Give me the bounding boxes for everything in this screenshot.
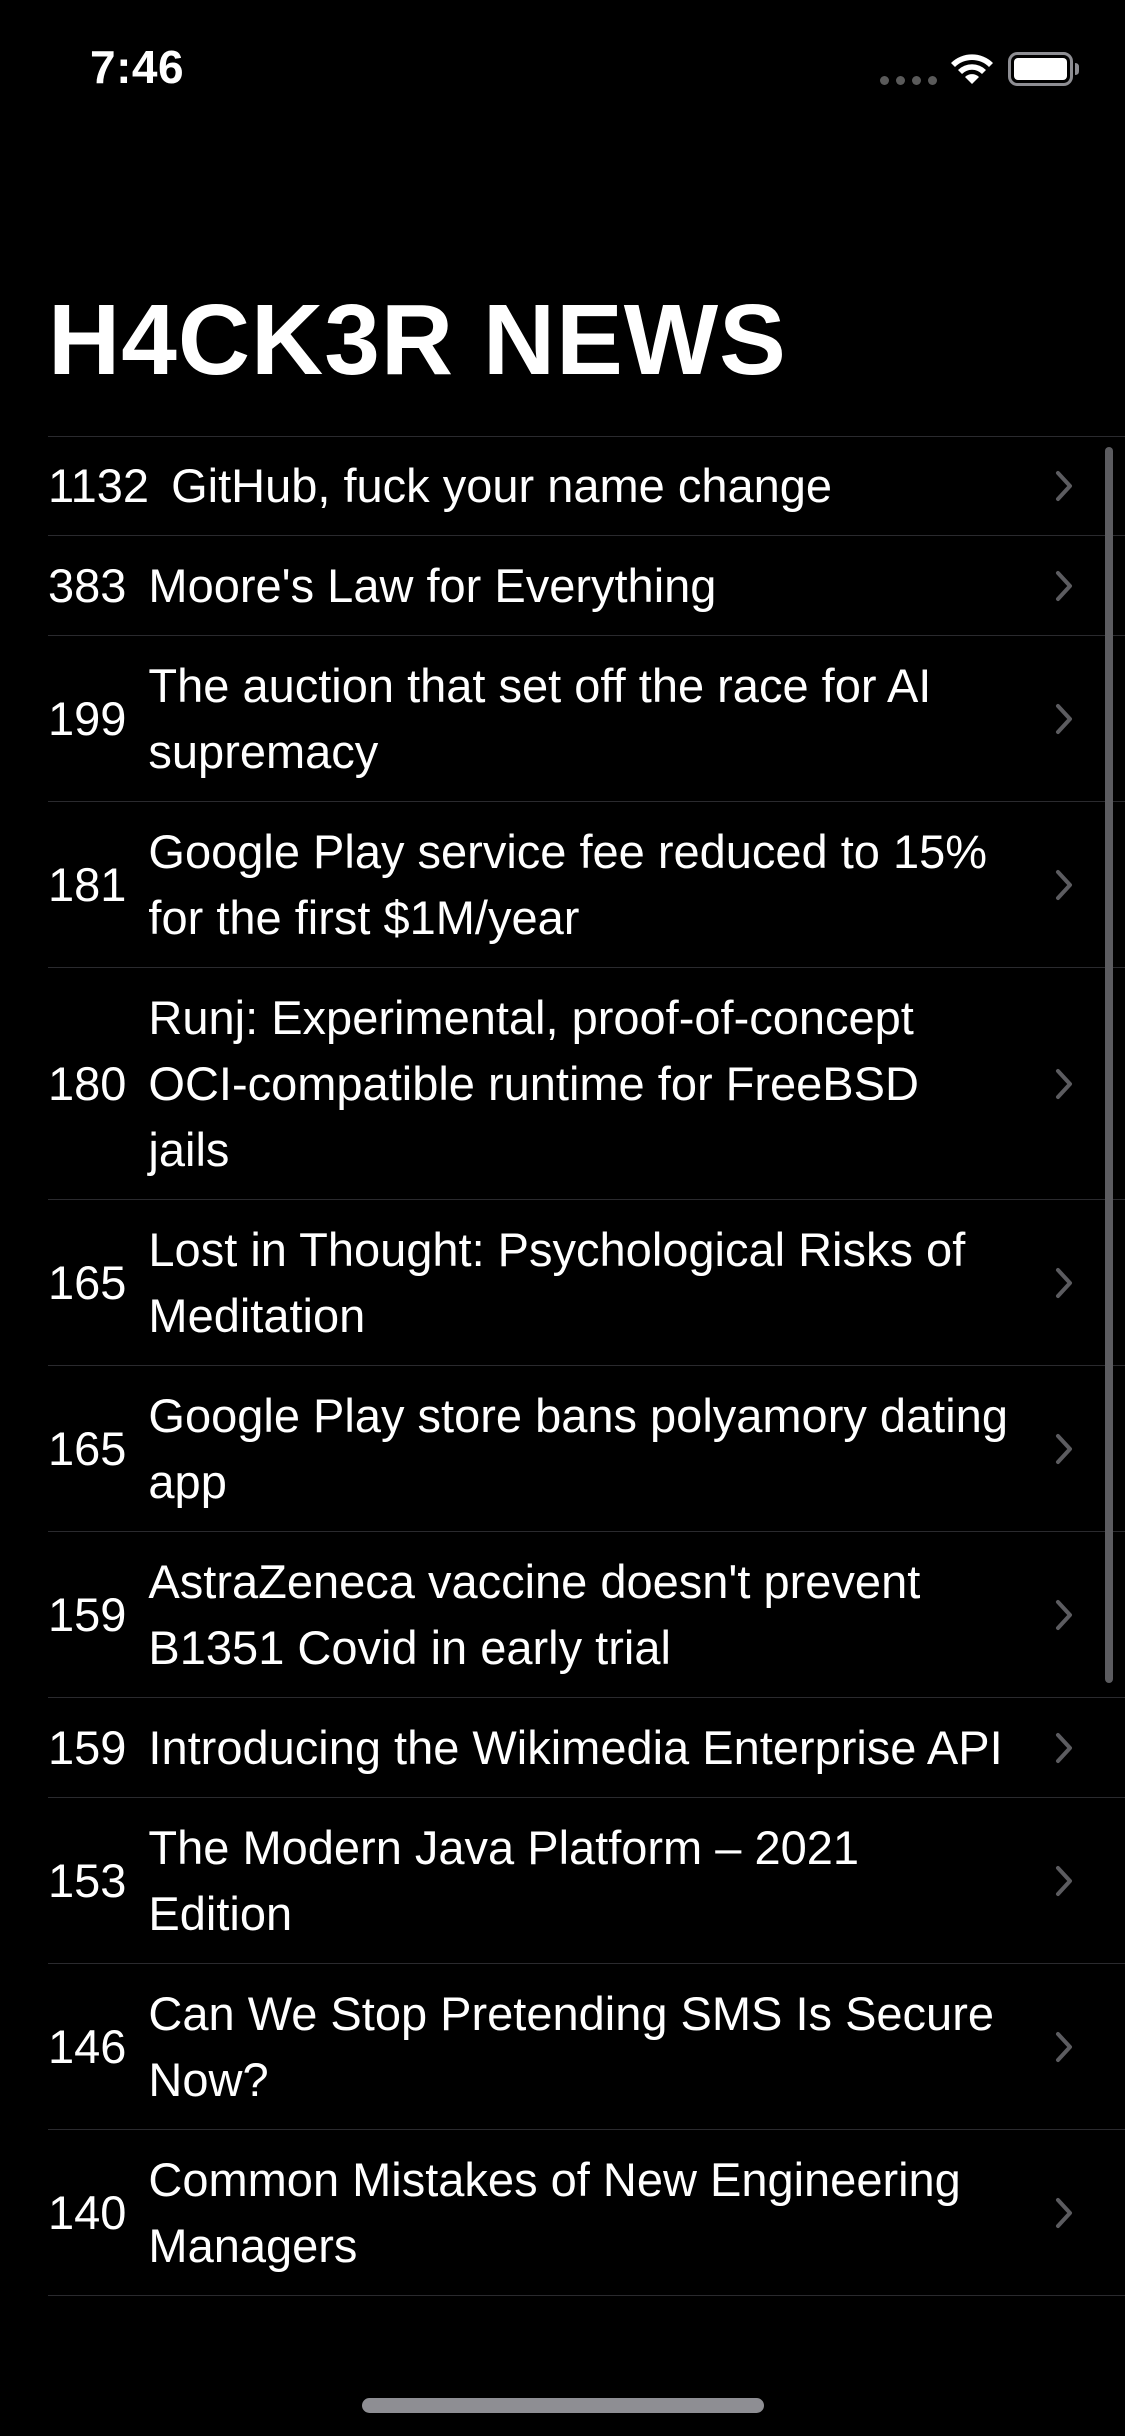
status-bar: 7:46 xyxy=(0,0,1125,140)
chevron-right-icon xyxy=(1055,1732,1073,1764)
story-content: 140 Common Mistakes of New Engineering Ma… xyxy=(48,2130,1008,2296)
story-points: 1132 xyxy=(48,459,150,512)
story-row[interactable]: 165 Google Play store bans polyamory dati… xyxy=(0,1366,1125,1532)
story-title: The Modern Java Platform – 2021 Edition xyxy=(148,1821,860,1940)
battery-icon xyxy=(1008,52,1080,86)
story-content: 165 Lost in Thought: Psychological Risks … xyxy=(48,1200,1008,1366)
story-row[interactable]: 1132 GitHub, fuck your name change xyxy=(0,436,1125,536)
story-row[interactable]: 180 Runj: Experimental, proof-of-concept … xyxy=(0,968,1125,1200)
page-title: H4CK3R NEWS xyxy=(48,284,787,396)
story-title: Lost in Thought: Psychological Risks of … xyxy=(148,1223,966,1342)
story-points: 199 xyxy=(48,692,127,745)
story-points: 165 xyxy=(48,1422,127,1475)
chevron-right-icon xyxy=(1055,1433,1073,1465)
story-row[interactable]: 153 The Modern Java Platform – 2021 Editi… xyxy=(0,1798,1125,1964)
story-title: Introducing the Wikimedia Enterprise API xyxy=(148,1721,1003,1774)
story-content: 146 Can We Stop Pretending SMS Is Secure … xyxy=(48,1964,1008,2130)
chevron-right-icon xyxy=(1055,1865,1073,1897)
story-row[interactable]: 199 The auction that set off the race for… xyxy=(0,636,1125,802)
story-points: 153 xyxy=(48,1854,127,1907)
scroll-indicator[interactable] xyxy=(1105,447,1113,1683)
story-points: 159 xyxy=(48,1588,127,1641)
story-title: Moore's Law for Everything xyxy=(148,559,717,612)
story-row[interactable]: 159 AstraZeneca vaccine doesn't prevent B… xyxy=(0,1532,1125,1698)
chevron-right-icon xyxy=(1055,1267,1073,1299)
story-points: 140 xyxy=(48,2186,127,2239)
story-content: 153 The Modern Java Platform – 2021 Editi… xyxy=(48,1798,1008,1964)
story-content: 165 Google Play store bans polyamory dati… xyxy=(48,1366,1008,1532)
chevron-right-icon xyxy=(1055,2031,1073,2063)
story-title: Google Play service fee reduced to 15% f… xyxy=(148,825,988,944)
story-content: 181 Google Play service fee reduced to 15… xyxy=(48,802,1008,968)
story-points: 383 xyxy=(48,559,127,612)
status-time: 7:46 xyxy=(90,41,185,93)
story-title: Common Mistakes of New Engineering Manag… xyxy=(148,2153,961,2272)
story-points: 180 xyxy=(48,1057,127,1110)
chevron-right-icon xyxy=(1055,470,1073,502)
story-points: 181 xyxy=(48,858,127,911)
chevron-right-icon xyxy=(1055,1599,1073,1631)
story-row[interactable]: 383 Moore's Law for Everything xyxy=(0,536,1125,636)
story-title: The auction that set off the race for AI… xyxy=(148,659,932,778)
story-points: 165 xyxy=(48,1256,127,1309)
story-row[interactable]: 140 Common Mistakes of New Engineering Ma… xyxy=(0,2130,1125,2296)
story-content: 159 AstraZeneca vaccine doesn't prevent B… xyxy=(48,1532,1008,1698)
story-row[interactable]: 159 Introducing the Wikimedia Enterprise … xyxy=(0,1698,1125,1798)
wifi-icon xyxy=(948,48,996,88)
cellular-signal-icon xyxy=(880,76,937,85)
chevron-right-icon xyxy=(1055,570,1073,602)
story-content: 159 Introducing the Wikimedia Enterprise … xyxy=(48,1698,1008,1798)
chevron-right-icon xyxy=(1055,1068,1073,1100)
chevron-right-icon xyxy=(1055,703,1073,735)
story-title: GitHub, fuck your name change xyxy=(171,459,833,512)
chevron-right-icon xyxy=(1055,2197,1073,2229)
story-points: 146 xyxy=(48,2020,127,2073)
story-row[interactable]: 181 Google Play service fee reduced to 15… xyxy=(0,802,1125,968)
chevron-right-icon xyxy=(1055,869,1073,901)
story-title: Can We Stop Pretending SMS Is Secure Now… xyxy=(148,1987,994,2106)
story-title: Runj: Experimental, proof-of-concept OCI… xyxy=(148,991,919,1176)
story-content: 199 The auction that set off the race for… xyxy=(48,636,1008,802)
story-content: 383 Moore's Law for Everything xyxy=(48,536,1008,636)
story-row[interactable]: 165 Lost in Thought: Psychological Risks … xyxy=(0,1200,1125,1366)
story-content: 1132 GitHub, fuck your name change xyxy=(48,436,1008,536)
story-row[interactable]: 146 Can We Stop Pretending SMS Is Secure … xyxy=(0,1964,1125,2130)
story-list[interactable]: 1132 GitHub, fuck your name change 383 Moor… xyxy=(0,436,1125,2436)
story-title: AstraZeneca vaccine doesn't prevent B135… xyxy=(148,1555,921,1674)
home-indicator[interactable] xyxy=(362,2398,764,2413)
story-points: 159 xyxy=(48,1721,127,1774)
story-title: Google Play store bans polyamory dating … xyxy=(148,1389,1008,1508)
story-content: 180 Runj: Experimental, proof-of-concept … xyxy=(48,968,1008,1200)
